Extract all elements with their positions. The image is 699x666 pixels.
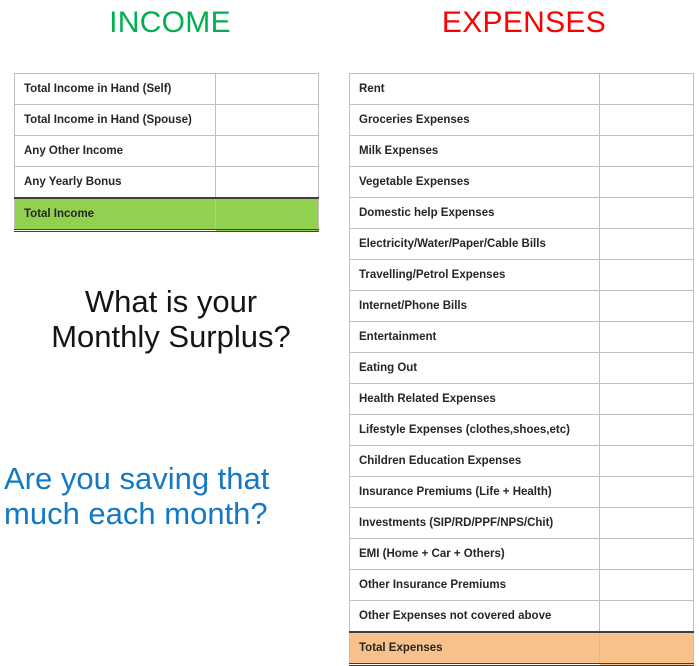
expense-label-cell: Travelling/Petrol Expenses — [349, 259, 600, 291]
expense-value-cell[interactable] — [599, 228, 694, 260]
expense-value-cell[interactable] — [599, 507, 694, 539]
saving-question: Are you saving that much each month? — [4, 461, 344, 531]
table-row: Any Yearly Bonus — [14, 166, 319, 199]
expense-value-cell[interactable] — [599, 383, 694, 415]
expense-value-cell[interactable] — [599, 352, 694, 384]
income-table-body: Total Income in Hand (Self) Total Income … — [14, 73, 319, 232]
expense-label-cell: Investments (SIP/RD/PPF/NPS/Chit) — [349, 507, 600, 539]
monthly-surplus-question: What is your Monthly Surplus? — [6, 284, 336, 354]
expense-label-cell: Other Expenses not covered above — [349, 600, 600, 633]
expense-value-cell[interactable] — [599, 600, 694, 633]
expense-value-cell[interactable] — [599, 73, 694, 105]
expense-label-cell: Entertainment — [349, 321, 600, 353]
expense-total-label-cell: Total Expenses — [349, 631, 600, 666]
income-label-cell: Total Income in Hand (Self) — [14, 73, 216, 105]
table-row: Eating Out — [349, 352, 694, 384]
income-value-cell[interactable] — [215, 135, 319, 167]
expense-label-cell: Rent — [349, 73, 600, 105]
income-value-cell[interactable] — [215, 73, 319, 105]
income-label-cell: Total Income in Hand (Spouse) — [14, 104, 216, 136]
table-row: Other Insurance Premiums — [349, 569, 694, 601]
expense-value-cell[interactable] — [599, 259, 694, 291]
income-table: Total Income in Hand (Self) Total Income … — [14, 73, 319, 232]
expenses-table: Rent Groceries Expenses Milk Expenses Veget… — [349, 73, 694, 666]
table-row: Milk Expenses — [349, 135, 694, 167]
expense-value-cell[interactable] — [599, 321, 694, 353]
income-label-cell: Any Other Income — [14, 135, 216, 167]
table-row: Other Expenses not covered above — [349, 600, 694, 633]
surplus-question-line-1: What is your — [84, 284, 258, 319]
income-value-cell[interactable] — [215, 166, 319, 199]
expense-label-cell: EMI (Home + Car + Others) — [349, 538, 600, 570]
income-column-heading: INCOME — [109, 6, 231, 39]
table-row: Total Income in Hand (Self) — [14, 73, 319, 105]
expense-label-cell: Lifestyle Expenses (clothes,shoes,etc) — [349, 414, 600, 446]
expense-label-cell: Health Related Expenses — [349, 383, 600, 415]
expense-value-cell[interactable] — [599, 104, 694, 136]
table-row: Groceries Expenses — [349, 104, 694, 136]
expense-label-cell: Eating Out — [349, 352, 600, 384]
expenses-column-heading: EXPENSES — [441, 6, 607, 39]
expense-label-cell: Milk Expenses — [349, 135, 600, 167]
expense-value-cell[interactable] — [599, 445, 694, 477]
expense-value-cell[interactable] — [599, 538, 694, 570]
table-row: Travelling/Petrol Expenses — [349, 259, 694, 291]
table-row: Insurance Premiums (Life + Health) — [349, 476, 694, 508]
table-row: Vegetable Expenses — [349, 166, 694, 198]
table-row: Investments (SIP/RD/PPF/NPS/Chit) — [349, 507, 694, 539]
table-row: Electricity/Water/Paper/Cable Bills — [349, 228, 694, 260]
table-row: Entertainment — [349, 321, 694, 353]
table-row: Any Other Income — [14, 135, 319, 167]
income-total-label-cell: Total Income — [14, 197, 216, 232]
table-row: Children Education Expenses — [349, 445, 694, 477]
table-row: Domestic help Expenses — [349, 197, 694, 229]
expense-label-cell: Insurance Premiums (Life + Health) — [349, 476, 600, 508]
table-row: Internet/Phone Bills — [349, 290, 694, 322]
saving-question-line-2: much each month? — [4, 496, 268, 532]
expense-value-cell[interactable] — [599, 414, 694, 446]
expense-label-cell: Electricity/Water/Paper/Cable Bills — [349, 228, 600, 260]
table-row: Health Related Expenses — [349, 383, 694, 415]
income-total-row: Total Income — [14, 197, 319, 232]
expense-value-cell[interactable] — [599, 166, 694, 198]
expense-value-cell[interactable] — [599, 476, 694, 508]
expense-value-cell[interactable] — [599, 197, 694, 229]
table-row: Rent — [349, 73, 694, 105]
expense-value-cell[interactable] — [599, 290, 694, 322]
expense-value-cell[interactable] — [599, 569, 694, 601]
expense-total-row: Total Expenses — [349, 631, 694, 666]
expense-label-cell: Other Insurance Premiums — [349, 569, 600, 601]
surplus-question-line-2: Monthly Surplus? — [51, 319, 291, 355]
saving-question-line-1: Are you saving that — [4, 461, 270, 496]
expense-label-cell: Domestic help Expenses — [349, 197, 600, 229]
table-row: Total Income in Hand (Spouse) — [14, 104, 319, 136]
table-row: Lifestyle Expenses (clothes,shoes,etc) — [349, 414, 694, 446]
expenses-table-body: Rent Groceries Expenses Milk Expenses Veget… — [349, 73, 694, 666]
expense-label-cell: Groceries Expenses — [349, 104, 600, 136]
income-value-cell[interactable] — [215, 104, 319, 136]
expense-label-cell: Children Education Expenses — [349, 445, 600, 477]
expense-total-value-cell[interactable] — [599, 631, 694, 666]
expense-label-cell: Internet/Phone Bills — [349, 290, 600, 322]
income-total-value-cell[interactable] — [215, 197, 319, 232]
income-label-cell: Any Yearly Bonus — [14, 166, 216, 199]
expense-label-cell: Vegetable Expenses — [349, 166, 600, 198]
table-row: EMI (Home + Car + Others) — [349, 538, 694, 570]
expense-value-cell[interactable] — [599, 135, 694, 167]
